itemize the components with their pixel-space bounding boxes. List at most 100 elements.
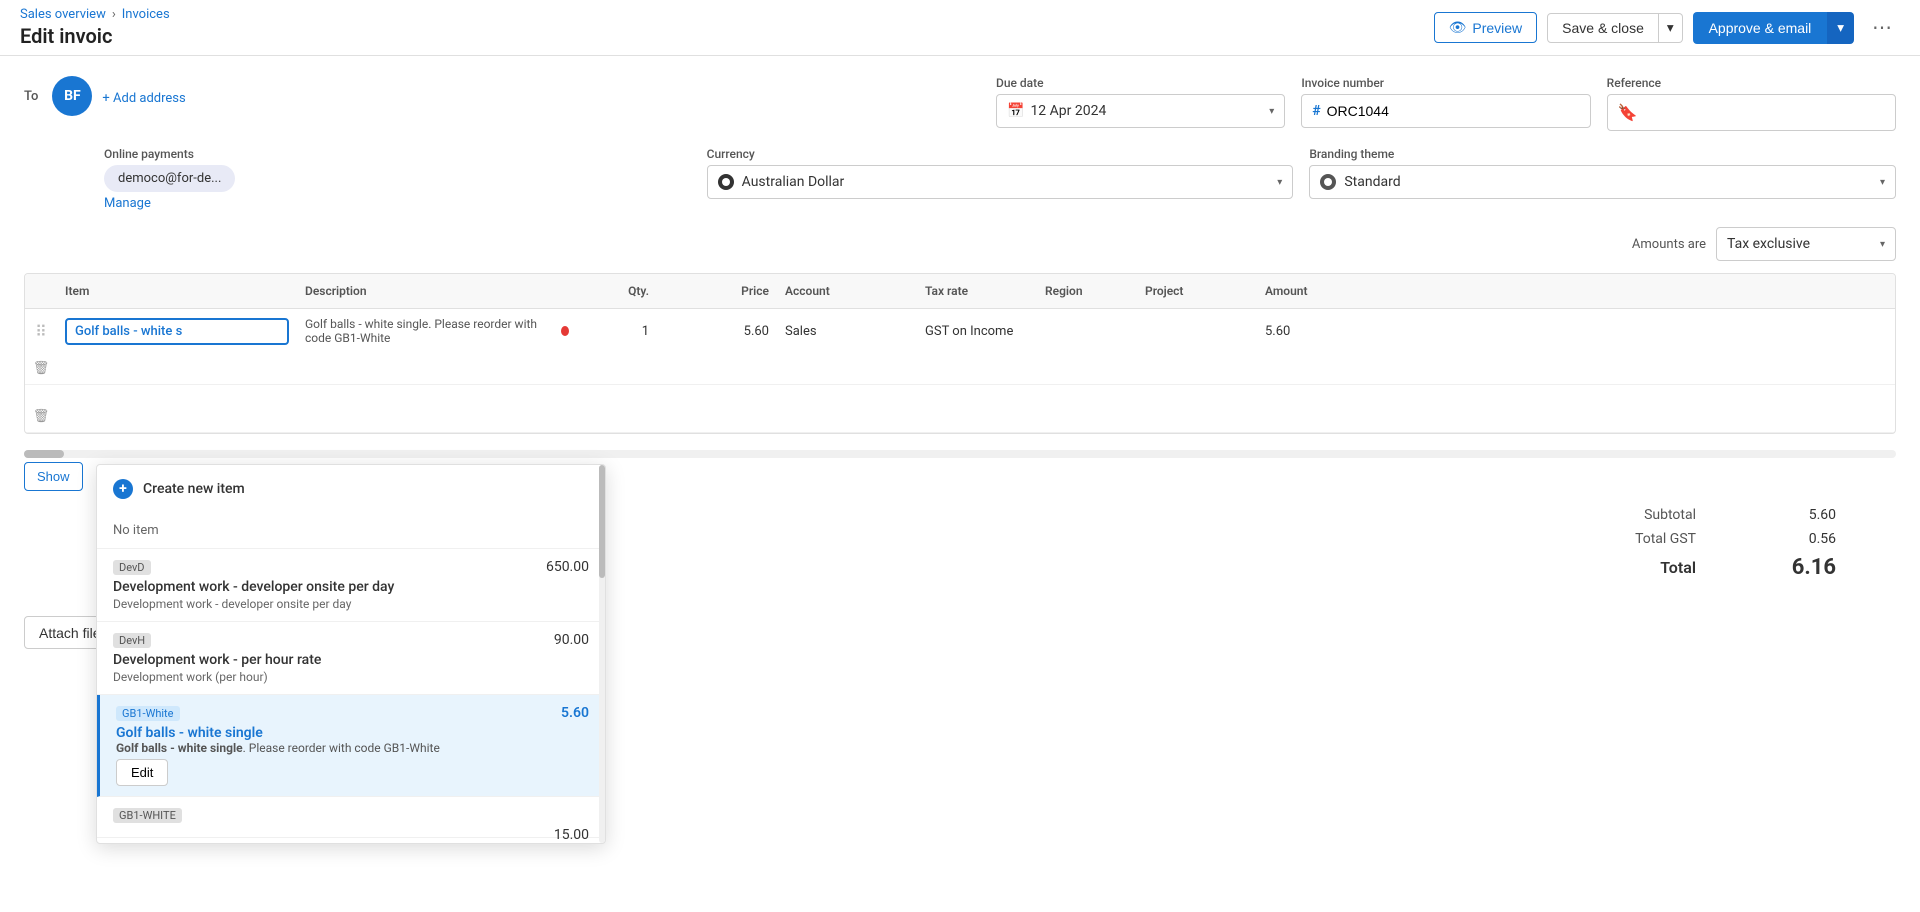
- payment-badge: democo@for-de...: [104, 165, 235, 192]
- amounts-are-label: Amounts are: [1632, 237, 1706, 252]
- eye-icon: 👁: [1449, 19, 1467, 36]
- save-dropdown-button[interactable]: ▾: [1659, 13, 1683, 43]
- amounts-selector[interactable]: Tax exclusive ▾: [1716, 227, 1896, 261]
- total-label: Total: [1596, 558, 1696, 577]
- subtotal-row: Subtotal 5.60: [1596, 507, 1836, 523]
- reference-group: Reference 🔖: [1607, 76, 1896, 131]
- due-date-group: Due date 📅 12 Apr 2024 ▾: [996, 76, 1285, 131]
- item-subtitle-gb1white: Golf balls - white single. Please reorde…: [116, 741, 589, 755]
- th-description: Description: [297, 284, 577, 298]
- add-address-link[interactable]: + Add address: [102, 91, 185, 106]
- plus-icon: +: [113, 479, 133, 499]
- scroll-thumb: [24, 450, 64, 458]
- chevron-down-icon-amounts: ▾: [1880, 239, 1885, 250]
- due-date-label: Due date: [996, 76, 1285, 90]
- drag-handle-empty: [25, 385, 57, 401]
- dropdown-item-devh[interactable]: DevH 90.00 Development work - per hour r…: [97, 622, 605, 695]
- subtotal-label: Subtotal: [1596, 507, 1696, 523]
- page-title: Edit invoic: [20, 24, 170, 48]
- create-new-item-button[interactable]: + Create new item: [97, 465, 605, 513]
- currency-label: Currency: [707, 147, 1294, 161]
- dropdown-list: DevD 650.00 Development work - developer…: [97, 549, 605, 843]
- branding-dot-icon: [1320, 174, 1336, 190]
- show-button[interactable]: Show: [24, 462, 83, 491]
- total-row: Total 6.16: [1596, 555, 1836, 580]
- item-price-devd: 650.00: [546, 559, 589, 575]
- dropdown-scrollbar[interactable]: [599, 465, 605, 843]
- desc-cell-empty: [297, 385, 577, 401]
- item-title-gb1white: Golf balls - white single: [116, 725, 589, 741]
- item-tag-devd: DevD: [113, 560, 151, 575]
- approve-email-button[interactable]: Approve & email: [1693, 12, 1828, 44]
- breadcrumb-separator: ›: [112, 7, 116, 22]
- online-payments-group: Online payments democo@for-de... Manage: [104, 147, 691, 211]
- item-cell[interactable]: Golf balls - white s: [57, 310, 297, 353]
- tax-rate-cell[interactable]: GST on Income: [917, 316, 1037, 347]
- invoice-number-label: Invoice number: [1301, 76, 1590, 90]
- branding-selector[interactable]: Standard ▾: [1309, 165, 1896, 199]
- th-region: Region: [1037, 284, 1137, 298]
- approve-dropdown-button[interactable]: ▾: [1827, 12, 1854, 44]
- breadcrumb-sales[interactable]: Sales overview: [20, 7, 106, 22]
- dropdown-item-gb1white[interactable]: GB1-White 5.60 Golf balls - white single…: [97, 695, 605, 797]
- delete-row-button[interactable]: 🗑: [25, 353, 57, 384]
- table-header: Item Description Qty. Price Account Tax …: [25, 274, 1895, 309]
- hash-icon: #: [1312, 103, 1320, 119]
- invoice-number-field[interactable]: [1327, 103, 1508, 119]
- item-cell-empty[interactable]: [57, 385, 297, 401]
- th-qty: Qty.: [577, 284, 657, 298]
- no-item-option[interactable]: No item: [97, 513, 605, 549]
- total-value: 6.16: [1756, 555, 1836, 580]
- calendar-icon: 📅: [1007, 103, 1024, 119]
- edit-item-button[interactable]: Edit: [116, 759, 168, 786]
- chevron-down-icon-currency: ▾: [1277, 177, 1282, 188]
- item-title-devd: Development work - developer onsite per …: [113, 579, 589, 595]
- chevron-down-icon: ▾: [1667, 20, 1674, 35]
- horizontal-scrollbar[interactable]: [24, 450, 1896, 458]
- th-account: Account: [777, 284, 917, 298]
- create-new-label: Create new item: [143, 481, 245, 497]
- description-text: Golf balls - white single. Please reorde…: [305, 317, 555, 345]
- project-cell[interactable]: [1137, 323, 1257, 339]
- item-price-gb1white: 5.60: [561, 705, 589, 721]
- manage-link[interactable]: Manage: [104, 196, 691, 211]
- delete-empty-row-button[interactable]: 🗑: [25, 401, 57, 432]
- account-cell[interactable]: Sales: [777, 316, 917, 347]
- th-item: Item: [57, 284, 297, 298]
- top-bar: Sales overview › Invoices Edit invoic 👁 …: [0, 0, 1920, 56]
- more-options-button[interactable]: ⋯: [1864, 11, 1900, 44]
- th-amount: Amount: [1257, 284, 1297, 298]
- item-title-devh: Development work - per hour rate: [113, 652, 589, 668]
- save-close-group: Save & close ▾: [1547, 13, 1682, 43]
- item-tag-devh: DevH: [113, 633, 151, 648]
- bookmark-icon: 🔖: [1618, 103, 1638, 122]
- drag-handle[interactable]: ⠿: [25, 314, 57, 349]
- description-cell[interactable]: Golf balls - white single. Please reorde…: [297, 309, 577, 353]
- th-tax-rate: Tax rate: [917, 284, 1037, 298]
- project-cell-empty: [1137, 385, 1257, 401]
- item-price-devh: 90.00: [554, 632, 589, 648]
- chevron-down-icon-date: ▾: [1269, 106, 1274, 117]
- price-cell[interactable]: 5.60: [657, 316, 777, 347]
- item-subtitle-devh: Development work (per hour): [113, 670, 589, 684]
- amount-cell: 5.60: [1257, 316, 1297, 347]
- dropdown-item-gb1white2[interactable]: GB1-WHITE 15.00: [97, 797, 605, 838]
- amounts-are-row: Amounts are Tax exclusive ▾: [24, 227, 1896, 261]
- breadcrumb-invoices[interactable]: Invoices: [122, 7, 170, 22]
- price-cell-empty: [657, 385, 777, 401]
- currency-selector[interactable]: Australian Dollar ▾: [707, 165, 1294, 199]
- reference-input[interactable]: 🔖: [1607, 94, 1896, 131]
- qty-cell[interactable]: 1: [577, 316, 657, 347]
- reference-field[interactable]: [1644, 105, 1885, 121]
- invoice-number-input[interactable]: #: [1301, 94, 1590, 128]
- to-section: To BF + Add address: [24, 76, 186, 116]
- item-name[interactable]: Golf balls - white s: [65, 318, 289, 345]
- save-close-button[interactable]: Save & close: [1547, 13, 1659, 43]
- dropdown-item-devd[interactable]: DevD 650.00 Development work - developer…: [97, 549, 605, 622]
- tax-cell-empty: [917, 385, 1037, 401]
- due-date-picker[interactable]: 📅 12 Apr 2024 ▾: [996, 94, 1285, 128]
- region-cell[interactable]: [1037, 323, 1137, 339]
- currency-dot-icon: [718, 174, 734, 190]
- branding-theme-group: Branding theme Standard ▾: [1309, 147, 1896, 211]
- preview-button[interactable]: 👁 Preview: [1434, 12, 1538, 43]
